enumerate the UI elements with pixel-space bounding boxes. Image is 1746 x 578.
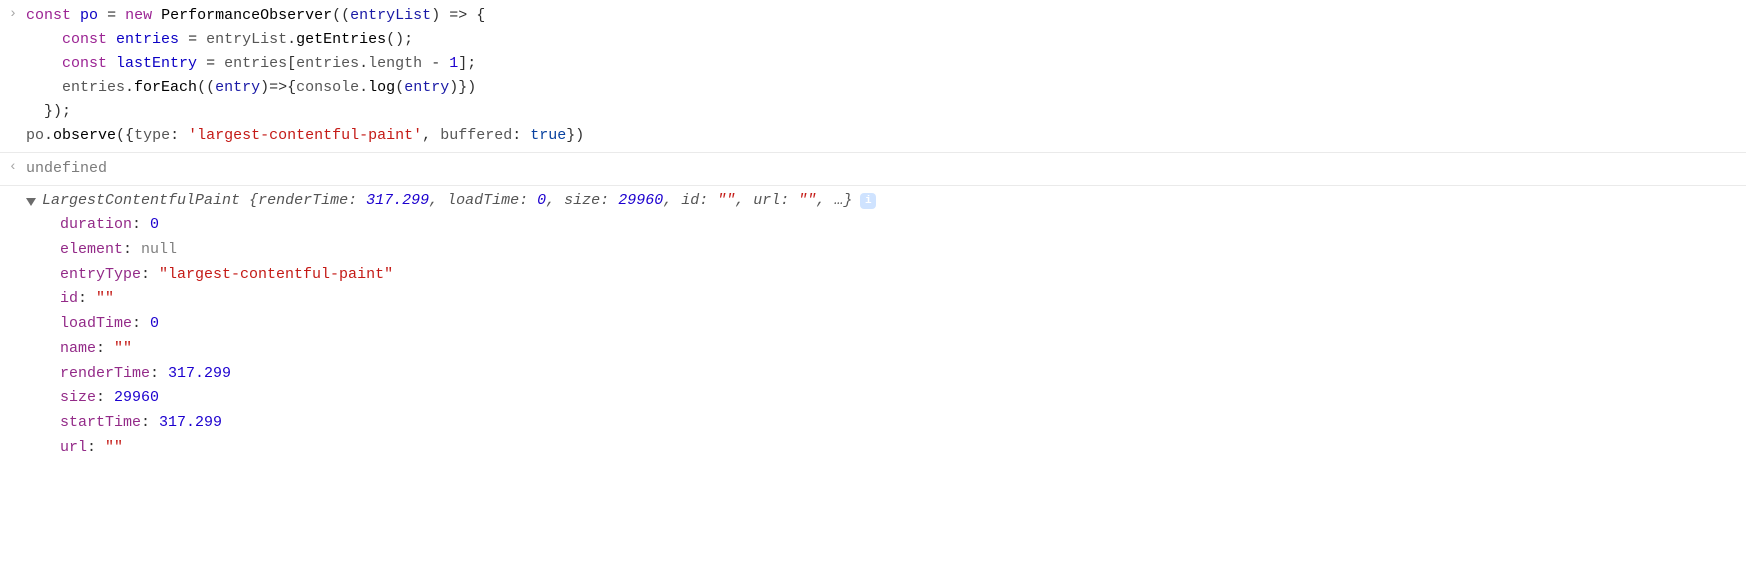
property-value: 317.299 (168, 365, 231, 382)
object-property[interactable]: renderTime: 317.299 (60, 362, 1746, 387)
disclosure-triangle-icon[interactable] (26, 198, 36, 206)
object-property[interactable]: entryType: "largest-contentful-paint" (60, 263, 1746, 288)
property-value: 0 (150, 315, 159, 332)
summary-value: "" (717, 192, 735, 209)
summary-key: renderTime: (258, 192, 366, 209)
summary-key: loadTime: (447, 192, 537, 209)
property-key: renderTime (60, 365, 150, 382)
info-icon[interactable]: i (860, 193, 876, 209)
property-key: id (60, 290, 78, 307)
output-prompt-icon: ‹ (0, 157, 26, 175)
object-summary[interactable]: LargestContentfulPaint {renderTime: 317.… (26, 190, 1746, 213)
property-key: element (60, 241, 123, 258)
object-properties: duration: 0element: nullentryType: "larg… (26, 213, 1746, 461)
summary-value: 0 (537, 192, 546, 209)
devtools-console: › const po = new PerformanceObserver((en… (0, 0, 1746, 461)
property-key: startTime (60, 414, 141, 431)
summary-key: id: (681, 192, 717, 209)
object-property[interactable]: id: "" (60, 287, 1746, 312)
property-key: duration (60, 216, 132, 233)
object-property[interactable]: name: "" (60, 337, 1746, 362)
property-value: 317.299 (159, 414, 222, 431)
object-property[interactable]: startTime: 317.299 (60, 411, 1746, 436)
object-property[interactable]: duration: 0 (60, 213, 1746, 238)
property-value: "" (96, 290, 114, 307)
summary-key: size: (564, 192, 618, 209)
summary-value: 29960 (618, 192, 663, 209)
console-result-row: ‹ undefined (0, 153, 1746, 186)
summary-value: 317.299 (366, 192, 429, 209)
property-key: loadTime (60, 315, 132, 332)
console-input-code[interactable]: const po = new PerformanceObserver((entr… (26, 4, 1746, 148)
object-property[interactable]: size: 29960 (60, 386, 1746, 411)
input-prompt-icon: › (0, 4, 26, 22)
property-value: "" (105, 439, 123, 456)
console-result-value: undefined (26, 157, 1746, 181)
console-log-row: LargestContentfulPaint {renderTime: 317.… (0, 186, 1746, 461)
property-value: "" (114, 340, 132, 357)
summary-value: "" (798, 192, 816, 209)
log-gutter (0, 190, 26, 192)
object-property[interactable]: loadTime: 0 (60, 312, 1746, 337)
property-key: url (60, 439, 87, 456)
object-property[interactable]: element: null (60, 238, 1746, 263)
property-value: 29960 (114, 389, 159, 406)
object-property[interactable]: url: "" (60, 436, 1746, 461)
property-key: size (60, 389, 96, 406)
property-value: 0 (150, 216, 159, 233)
property-value: "largest-contentful-paint" (159, 266, 393, 283)
console-input-row[interactable]: › const po = new PerformanceObserver((en… (0, 0, 1746, 153)
property-key: entryType (60, 266, 141, 283)
property-value: null (141, 241, 177, 258)
property-key: name (60, 340, 96, 357)
object-class-name: LargestContentfulPaint (42, 192, 240, 209)
summary-key: url: (753, 192, 798, 209)
